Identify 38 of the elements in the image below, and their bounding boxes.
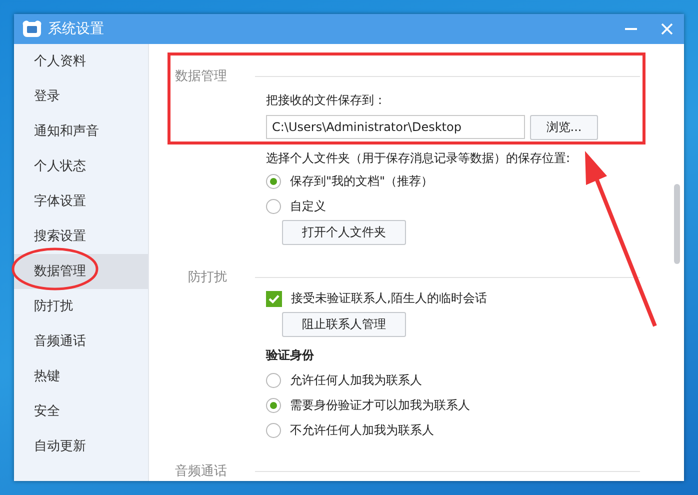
browse-button[interactable]: 浏览... — [530, 115, 598, 140]
radio-button[interactable] — [266, 199, 281, 214]
action-button[interactable]: 打开个人文件夹 — [282, 220, 406, 245]
sidebar-item[interactable]: 防打扰 — [14, 289, 148, 324]
sidebar-item[interactable]: 搜索设置 — [14, 219, 148, 254]
sidebar-item[interactable]: 登录 — [14, 79, 148, 114]
radio-button[interactable] — [266, 398, 281, 413]
section-title: 数据管理 — [174, 68, 227, 85]
close-icon[interactable] — [660, 22, 674, 36]
radio-button[interactable] — [266, 174, 281, 189]
sidebar-item[interactable]: 安全 — [14, 394, 148, 429]
bear-logo-icon — [22, 20, 42, 38]
sidebar-item[interactable]: 通知和声音 — [14, 114, 148, 149]
sidebar-item[interactable]: 自动更新 — [14, 429, 148, 464]
radio-label: 不允许任何人加我为联系人 — [290, 422, 434, 439]
path-field[interactable]: C:\Users\Administrator\Desktop — [266, 115, 525, 139]
sidebar-item[interactable]: 热键 — [14, 359, 148, 394]
scrollbar-thumb[interactable] — [674, 184, 680, 264]
field-label: 选择个人文件夹（用于保存消息记录等数据）的保存位置: — [266, 150, 572, 167]
subsection-title: 验证身份 — [266, 347, 315, 364]
field-label: 把接收的文件保存到： — [266, 92, 387, 109]
sidebar-item[interactable]: 个人状态 — [14, 149, 148, 184]
checkbox-label: 接受未验证联系人,陌生人的临时会话 — [291, 290, 487, 307]
radio-button[interactable] — [266, 423, 281, 438]
radio-label: 需要身份验证才可以加我为联系人 — [290, 397, 470, 414]
sidebar-item[interactable]: 字体设置 — [14, 184, 148, 219]
section-title: 音频通话 — [174, 463, 227, 480]
radio-label: 允许任何人加我为联系人 — [290, 372, 422, 389]
sidebar-item[interactable]: 音频通话 — [14, 324, 148, 359]
checkbox[interactable] — [266, 290, 282, 306]
sidebar-item[interactable]: 个人资料 — [14, 44, 148, 79]
action-button[interactable]: 阻止联系人管理 — [282, 312, 406, 337]
radio-label: 保存到"我的文档"（推荐） — [290, 173, 434, 190]
radio-button[interactable] — [266, 373, 281, 388]
radio-label: 自定义 — [290, 198, 326, 215]
section-title: 防打扰 — [187, 269, 227, 286]
window-title: 系统设置 — [48, 20, 105, 38]
sidebar-item[interactable]: 数据管理 — [14, 254, 148, 289]
